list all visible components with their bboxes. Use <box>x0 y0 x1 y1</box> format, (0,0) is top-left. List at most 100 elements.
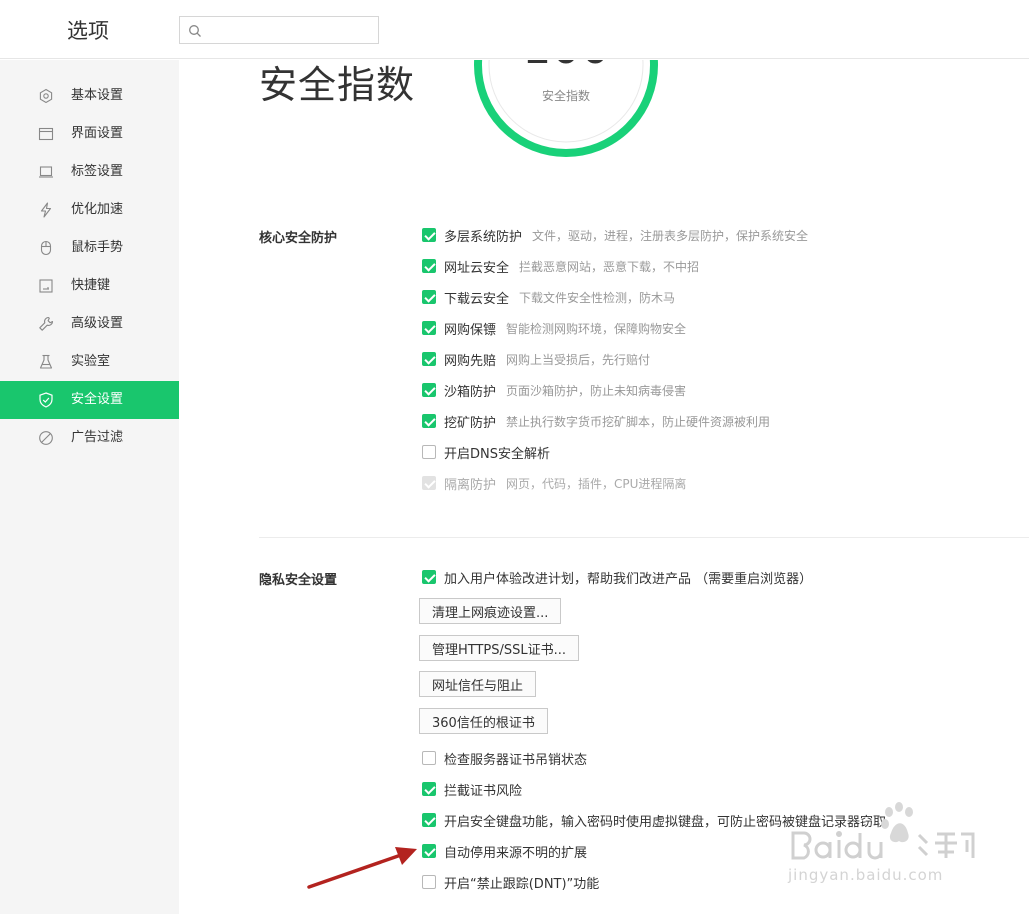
sidebar-item-interface[interactable]: 界面设置 <box>0 115 179 153</box>
core-section-title: 核心安全防护 <box>259 231 338 246</box>
url-trust-button[interactable]: 网址信任与阻止 <box>419 671 537 697</box>
option-label: 加入用户体验改进计划，帮助我们改进产品 （需要重启浏览器） <box>444 571 813 587</box>
checkbox[interactable] <box>422 352 436 366</box>
option-label: 网购保镖 <box>444 322 497 338</box>
option-sandbox[interactable]: 沙箱防护 页面沙箱防护，防止未知病毒侵害 <box>422 381 687 400</box>
sidebar-item-tabs[interactable]: 标签设置 <box>0 153 179 191</box>
annotation-arrow <box>307 847 417 889</box>
sidebar-item-label: 广告过滤 <box>71 430 124 445</box>
checkbox[interactable] <box>422 414 436 428</box>
option-label: 拦截证书风险 <box>444 783 523 799</box>
sidebar-item-shortcuts[interactable]: 快捷键 <box>0 267 179 305</box>
checkbox[interactable] <box>422 445 436 459</box>
wrench-icon <box>39 316 54 331</box>
option-desc: 网购上当受损后，先行赔付 <box>506 352 651 367</box>
search-icon <box>189 25 201 37</box>
sidebar-item-label: 界面设置 <box>71 126 124 141</box>
search-box[interactable] <box>179 16 379 44</box>
option-join-program[interactable]: 加入用户体验改进计划，帮助我们改进产品 （需要重启浏览器） <box>422 568 813 587</box>
root-certs-button[interactable]: 360信任的根证书 <box>419 708 548 734</box>
sidebar-item-advanced[interactable]: 高级设置 <box>0 305 179 343</box>
checkbox[interactable] <box>422 813 436 827</box>
mouse-icon <box>40 240 52 256</box>
option-label: 沙箱防护 <box>444 384 497 400</box>
shield-icon <box>39 392 53 408</box>
option-desc: 网页，代码，插件，CPU进程隔离 <box>506 476 687 491</box>
option-url-cloud[interactable]: 网址云安全 拦截恶意网站，恶意下载，不中招 <box>422 257 700 276</box>
sidebar-item-label: 基本设置 <box>71 88 124 103</box>
sidebar-item-label: 高级设置 <box>71 316 124 331</box>
manage-certs-button[interactable]: 管理HTTPS/SSL证书... <box>419 635 580 661</box>
sidebar-item-mouse[interactable]: 鼠标手势 <box>0 229 179 267</box>
privacy-section-title: 隐私安全设置 <box>259 573 338 588</box>
option-desc: 页面沙箱防护，防止未知病毒侵害 <box>506 383 687 398</box>
option-label: 多层系统防护 <box>444 229 523 245</box>
sidebar: 基本设置 界面设置 标签设置 优化加速 鼠标手势 快捷键 高级设置 实验室 安全… <box>0 60 179 914</box>
baidu-watermark-logo <box>791 802 975 860</box>
security-score-ring: 100 安全指数 <box>474 60 658 157</box>
option-label: 挖矿防护 <box>444 415 497 431</box>
watermark-text: jingyan.baidu.com <box>788 866 944 884</box>
option-desc: 文件，驱动，进程，注册表多层防护，保护系统安全 <box>532 228 809 243</box>
option-label: 开启“禁止跟踪(DNT)”功能 <box>444 876 600 892</box>
option-desc: 禁止执行数字货币挖矿脚本，防止硬件资源被利用 <box>506 414 771 429</box>
score-title: 安全指数 <box>259 63 416 107</box>
main-content: 安全指数 100 安全指数 核心安全防护 多层系统防护 文件，驱动，进程，注册表… <box>179 60 1029 914</box>
option-block-cert-risk[interactable]: 拦截证书风险 <box>422 780 523 799</box>
option-label: 网址云安全 <box>444 260 510 276</box>
option-multilayer[interactable]: 多层系统防护 文件，驱动，进程，注册表多层防护，保护系统安全 <box>422 226 809 245</box>
option-check-revocation[interactable]: 检查服务器证书吊销状态 <box>422 749 588 768</box>
option-dnt[interactable]: 开启“禁止跟踪(DNT)”功能 <box>422 873 600 892</box>
checkbox[interactable] <box>422 290 436 304</box>
sidebar-item-label: 标签设置 <box>71 164 124 179</box>
flask-icon <box>39 354 53 369</box>
option-dns[interactable]: 开启DNS安全解析 <box>422 443 550 462</box>
lightning-icon <box>40 202 52 218</box>
block-icon <box>39 431 53 445</box>
gear-icon <box>39 88 53 104</box>
header: 选项 <box>0 0 1029 59</box>
window-icon <box>38 127 54 141</box>
checkbox[interactable] <box>422 321 436 335</box>
option-label: 自动停用来源不明的扩展 <box>444 845 588 861</box>
option-mining-guard[interactable]: 挖矿防护 禁止执行数字货币挖矿脚本，防止硬件资源被利用 <box>422 412 771 431</box>
option-desc: 智能检测网购环境，保障购物安全 <box>506 321 687 336</box>
option-label: 网购先赔 <box>444 353 497 369</box>
clear-history-button[interactable]: 清理上网痕迹设置... <box>419 598 562 624</box>
sidebar-item-lab[interactable]: 实验室 <box>0 343 179 381</box>
checkbox[interactable] <box>422 383 436 397</box>
option-shopping-compensation[interactable]: 网购先赔 网购上当受损后，先行赔付 <box>422 350 651 369</box>
option-label: 下载云安全 <box>444 291 510 307</box>
sidebar-item-basic[interactable]: 基本设置 <box>0 77 179 115</box>
keyboard-icon <box>39 279 53 293</box>
sidebar-item-label: 优化加速 <box>71 202 124 217</box>
option-desc: 拦截恶意网站，恶意下载，不中招 <box>519 259 700 274</box>
tab-icon <box>39 166 53 178</box>
checkbox <box>422 476 436 490</box>
option-label: 开启DNS安全解析 <box>444 446 550 462</box>
option-label: 隔离防护 <box>444 477 497 493</box>
search-input[interactable] <box>208 20 374 40</box>
page-title: 选项 <box>67 19 109 43</box>
sidebar-item-adblock[interactable]: 广告过滤 <box>0 419 179 457</box>
option-isolation: 隔离防护 网页，代码，插件，CPU进程隔离 <box>422 474 687 493</box>
sidebar-item-security[interactable]: 安全设置 <box>0 381 179 419</box>
checkbox[interactable] <box>422 228 436 242</box>
checkbox[interactable] <box>422 782 436 796</box>
option-shopping-guard[interactable]: 网购保镖 智能检测网购环境，保障购物安全 <box>422 319 687 338</box>
sidebar-item-label: 安全设置 <box>71 392 124 407</box>
score-caption: 安全指数 <box>542 88 590 103</box>
option-download-cloud[interactable]: 下载云安全 下载文件安全性检测，防木马 <box>422 288 676 307</box>
checkbox[interactable] <box>422 570 436 584</box>
sidebar-item-label: 快捷键 <box>71 278 111 293</box>
sidebar-item-speed[interactable]: 优化加速 <box>0 191 179 229</box>
option-label: 检查服务器证书吊销状态 <box>444 752 588 768</box>
divider <box>259 537 1029 538</box>
score-value: 100 <box>522 60 610 74</box>
checkbox[interactable] <box>422 751 436 765</box>
sidebar-item-label: 鼠标手势 <box>71 240 124 255</box>
option-desc: 下载文件安全性检测，防木马 <box>519 290 676 305</box>
option-disable-unknown-ext[interactable]: 自动停用来源不明的扩展 <box>422 842 588 861</box>
checkbox[interactable] <box>422 259 436 273</box>
sidebar-item-label: 实验室 <box>71 354 111 369</box>
